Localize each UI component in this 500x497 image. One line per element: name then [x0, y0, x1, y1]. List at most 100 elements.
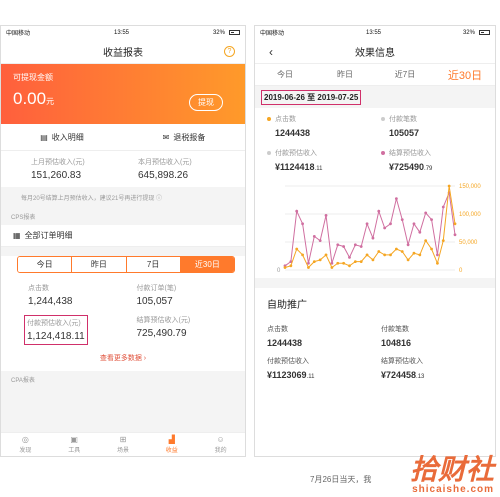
- metric-value: 105057: [389, 128, 420, 138]
- data-point: [406, 243, 410, 247]
- promo-title: 自助推广: [255, 288, 495, 318]
- y-tick-label: 100,000: [459, 212, 481, 218]
- battery-text: 32%: [462, 29, 475, 36]
- promo-value: ¥724458: [381, 370, 417, 380]
- data-point: [436, 253, 439, 257]
- tab-mine[interactable]: ☺ 我的: [196, 433, 245, 456]
- right-phone: 中国移动 13:55 32% ‹ 效果信息 今日 昨日 近7日 近30日 201…: [254, 25, 496, 457]
- divider: [255, 278, 495, 288]
- caption-text: 7月26日当天，我: [310, 475, 372, 484]
- tab-yesterday[interactable]: 昨日: [315, 69, 375, 80]
- status-bar: 中国移动 13:55 32%: [1, 26, 245, 39]
- back-icon[interactable]: ‹: [269, 45, 273, 59]
- data-point: [353, 260, 357, 263]
- data-point: [394, 197, 398, 200]
- data-point: [359, 260, 363, 263]
- time: 13:55: [365, 29, 381, 36]
- data-point: [342, 245, 346, 248]
- all-orders-row[interactable]: ▦ 全部订单明细: [1, 225, 245, 247]
- cps-section-title: CPS报表: [1, 208, 245, 225]
- segment-yesterday[interactable]: 昨日: [72, 257, 127, 272]
- data-point: [330, 266, 334, 269]
- y-tick-label-left: 0: [277, 268, 281, 274]
- stat-label: 点击数: [28, 285, 49, 292]
- nav-bar: 收益报表 ?: [1, 39, 245, 64]
- help-icon[interactable]: ?: [224, 46, 235, 57]
- trend-chart: 150,000 100,000 50,000 0 0: [255, 178, 495, 278]
- user-icon: ☺: [216, 435, 225, 444]
- battery-text: 32%: [212, 29, 225, 36]
- data-point: [441, 205, 445, 209]
- data-point: [336, 261, 340, 265]
- data-point: [307, 266, 310, 269]
- tab-30days[interactable]: 近30日: [435, 67, 495, 83]
- tax-report-label: 退税报备: [173, 132, 206, 142]
- metric-label: 结算预估收入: [389, 150, 431, 157]
- data-point: [453, 222, 457, 226]
- metric-cents: .79: [424, 166, 433, 172]
- withdraw-amount: 0.00: [13, 89, 47, 108]
- watermark: 拾财社 shicaishe.com: [410, 456, 494, 496]
- this-month-value: 645,898.26: [138, 170, 189, 181]
- tab-label: 收益: [165, 448, 178, 454]
- series-line-0: [284, 190, 456, 267]
- data-point: [424, 211, 428, 215]
- metric-label: 付款预估收入: [275, 150, 317, 157]
- data-point: [348, 256, 351, 259]
- tab-today[interactable]: 今日: [255, 69, 315, 80]
- more-label: 查看更多数据: [99, 355, 142, 362]
- tab-7days[interactable]: 近7日: [375, 69, 435, 80]
- tab-discover[interactable]: ◎ 发现: [1, 433, 50, 456]
- metric-value: 1244438: [275, 128, 311, 138]
- data-point: [389, 253, 392, 257]
- carrier: 中国移动: [260, 31, 285, 37]
- data-point: [377, 209, 381, 213]
- data-point: [418, 253, 422, 257]
- data-point: [324, 253, 328, 257]
- promo-label: 点击数: [267, 326, 288, 333]
- stat-value: 105,057: [136, 296, 173, 307]
- legend-dot: [267, 151, 271, 155]
- data-point: [353, 243, 357, 247]
- segment-7days[interactable]: 7日: [126, 257, 181, 272]
- note-text: 每月20号结算上月预估收入，建议21号再进行提现: [21, 196, 155, 202]
- carrier: 中国移动: [6, 31, 31, 37]
- y-tick-label: 0: [459, 268, 463, 274]
- tab-scenes[interactable]: ⊞ 场景: [99, 433, 148, 456]
- stat-value: 1,124,418.11: [27, 331, 85, 342]
- data-point: [447, 184, 451, 188]
- data-point: [430, 247, 433, 251]
- data-point: [389, 222, 392, 226]
- data-point: [377, 250, 381, 253]
- metric-label: 付款笔数: [389, 116, 417, 123]
- tax-report-button[interactable]: ✉ 退税报备: [123, 124, 245, 150]
- data-point: [283, 266, 287, 269]
- income-detail-button[interactable]: ▤ 收入明细: [1, 124, 123, 150]
- promo-grid: 点击数 1244438 付款笔数 104816 付款预估收入 ¥1123069.11 …: [255, 318, 495, 380]
- period-segment: 今日 昨日 7日 近30日: [17, 256, 235, 273]
- tab-label: 场景: [116, 448, 129, 454]
- discover-icon: ◎: [21, 435, 29, 444]
- data-point: [289, 264, 293, 268]
- data-point: [424, 239, 428, 242]
- last-month-label: 上月预估收入(元): [31, 159, 85, 166]
- metric-value: ¥725490: [389, 162, 425, 172]
- data-point: [312, 260, 316, 263]
- withdraw-unit: 元: [46, 97, 55, 106]
- data-point: [441, 239, 445, 242]
- nav-bar: ‹ 效果信息: [255, 39, 495, 64]
- monthly-summary: 上月预估收入(元) 151,260.83 本月预估收入(元) 645,898.26: [1, 151, 245, 187]
- highlight-box: 付款预估收入(元) 1,124,418.11: [24, 315, 88, 345]
- tab-tools[interactable]: ▣ 工具: [50, 433, 99, 456]
- data-point: [453, 233, 457, 237]
- tab-label: 我的: [214, 448, 227, 454]
- tab-earnings[interactable]: ▟ 收益: [147, 433, 196, 456]
- stat-label: 结算预估收入(元): [136, 317, 191, 324]
- withdraw-button[interactable]: 提现: [189, 94, 223, 111]
- data-point: [383, 226, 387, 230]
- segment-today[interactable]: 今日: [18, 257, 73, 272]
- segment-30days[interactable]: 近30日: [180, 257, 234, 272]
- data-point: [295, 209, 299, 213]
- more-data-link[interactable]: 查看更多数据 ›: [1, 345, 245, 371]
- left-phone: 中国移动 13:55 32% 收益报表 ? 可提现金额 0.00元 提现 ▤ 收入…: [0, 25, 246, 457]
